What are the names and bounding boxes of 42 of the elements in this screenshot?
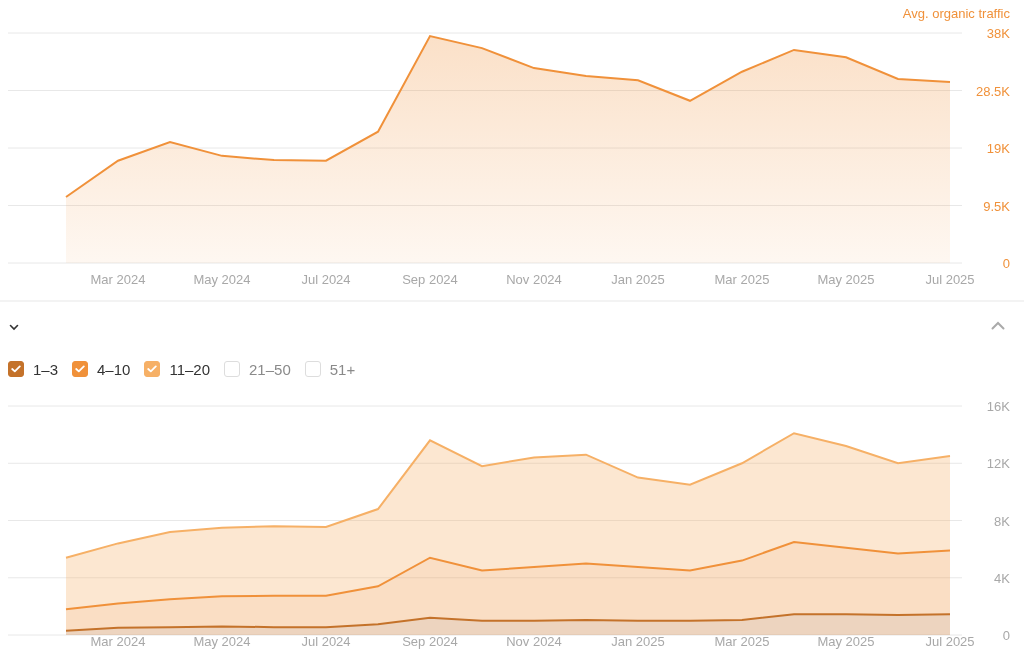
checkbox[interactable] xyxy=(144,361,161,377)
y-axis-label: 0 xyxy=(1002,256,1010,271)
checkbox[interactable] xyxy=(8,361,24,377)
x-axis-label: Jul 2025 xyxy=(925,272,975,287)
x-axis-label: May 2024 xyxy=(193,634,251,649)
x-axis-label: May 2025 xyxy=(817,272,875,287)
checkbox[interactable] xyxy=(72,361,89,377)
y-axis-label: 9.5K xyxy=(983,198,1010,214)
x-axis-label: Mar 2025 xyxy=(714,634,770,649)
x-axis-label: May 2025 xyxy=(817,634,875,649)
y-axis-label: 28.5K xyxy=(976,83,1010,99)
checkmark-icon xyxy=(75,365,86,373)
x-axis-label: Jan 2025 xyxy=(611,634,665,649)
y-axis-label: 8K xyxy=(994,513,1010,529)
y-axis-label: 12K xyxy=(986,456,1010,472)
x-axis-label: Mar 2024 xyxy=(90,634,146,649)
x-axis-label: Sep 2024 xyxy=(402,634,458,649)
x-axis-label: Jul 2024 xyxy=(301,272,351,287)
x-axis-label: Jul 2024 xyxy=(301,634,351,649)
legend-label: 21–50 xyxy=(249,360,291,378)
x-axis-label: May 2024 xyxy=(193,272,251,287)
series-title: Avg. organic traffic xyxy=(902,6,1010,21)
chevron-down-icon[interactable] xyxy=(9,323,19,331)
chevron-up-icon[interactable] xyxy=(991,320,1005,330)
y-axis-label: 38K xyxy=(986,26,1010,41)
y-axis-label: 16K xyxy=(986,399,1010,414)
x-axis-label: Mar 2024 xyxy=(90,272,146,287)
legend-label: 1–3 xyxy=(33,360,59,378)
y-axis-label: 4K xyxy=(994,570,1010,586)
y-axis-label: 0 xyxy=(1002,628,1010,643)
checkmark-icon xyxy=(147,365,158,373)
x-axis-label: Nov 2024 xyxy=(506,272,562,287)
x-axis-label: Sep 2024 xyxy=(402,272,458,287)
x-axis-label: Nov 2024 xyxy=(506,634,562,649)
legend-label: 4–10 xyxy=(97,360,131,378)
y-axis-label: 19K xyxy=(986,141,1010,156)
checkmark-icon xyxy=(11,365,21,373)
x-axis-label: Jan 2025 xyxy=(611,272,665,287)
legend-label: 51+ xyxy=(329,360,356,378)
legend-label: 11–20 xyxy=(169,360,210,378)
x-axis-label: Mar 2025 xyxy=(714,272,770,287)
x-axis-label: Jul 2025 xyxy=(925,634,975,649)
